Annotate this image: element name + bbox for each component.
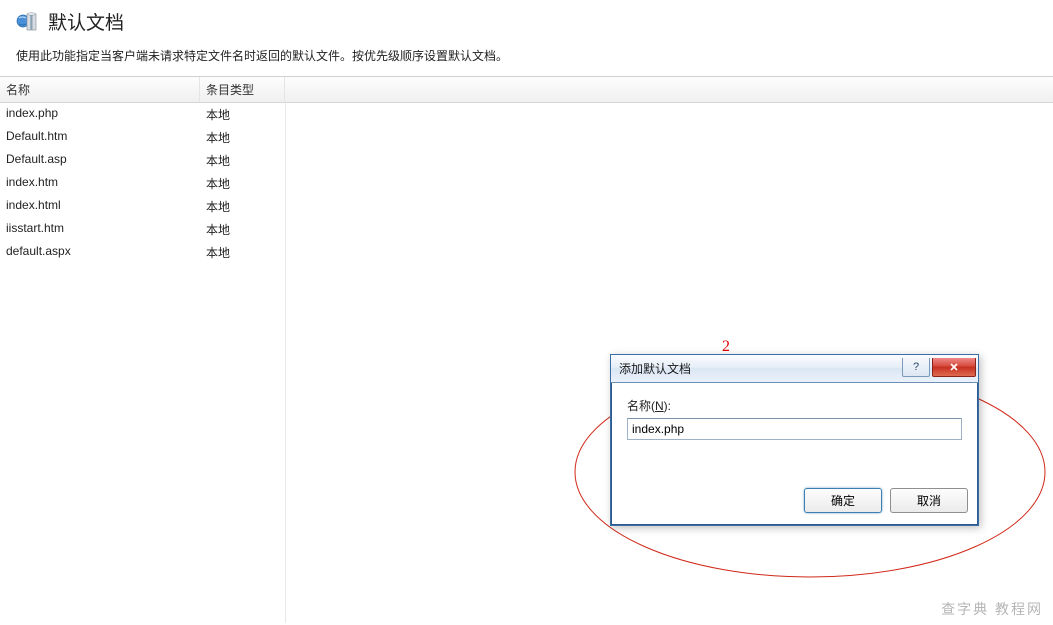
table-row[interactable]: Default.asp 本地 (0, 149, 1053, 172)
dialog-titlebar[interactable]: 添加默认文档 ? (611, 355, 978, 383)
add-default-document-dialog: 添加默认文档 ? 名称(N): 确定 取消 (610, 354, 979, 526)
cell-type: 本地 (200, 149, 285, 172)
cell-type: 本地 (200, 195, 285, 218)
table-row[interactable]: Default.htm 本地 (0, 126, 1053, 149)
cell-type: 本地 (200, 126, 285, 149)
cell-name: iisstart.htm (0, 218, 200, 241)
table-row[interactable]: default.aspx 本地 (0, 241, 1053, 264)
page-title: 默认文档 (48, 8, 124, 35)
table-header: 名称 条目类型 (0, 77, 1053, 103)
cell-name: index.php (0, 103, 200, 126)
cell-name: index.html (0, 195, 200, 218)
table-row[interactable]: index.html 本地 (0, 195, 1053, 218)
cell-name: Default.htm (0, 126, 200, 149)
page-header: 默认文档 (0, 0, 1053, 39)
cell-type: 本地 (200, 241, 285, 264)
vertical-divider (285, 103, 286, 623)
dialog-close-button[interactable] (932, 358, 976, 377)
default-documents-table: 名称 条目类型 index.php 本地 Default.htm 本地 Defa… (0, 76, 1053, 264)
cell-type: 本地 (200, 172, 285, 195)
dialog-help-button[interactable]: ? (902, 358, 930, 377)
help-icon: ? (913, 361, 919, 373)
table-row[interactable]: iisstart.htm 本地 (0, 218, 1053, 241)
column-header-name[interactable]: 名称 (0, 77, 200, 102)
cell-name: index.htm (0, 172, 200, 195)
ok-button[interactable]: 确定 (804, 488, 882, 513)
table-row[interactable]: index.htm 本地 (0, 172, 1053, 195)
cell-name: Default.asp (0, 149, 200, 172)
dialog-title-text: 添加默认文档 (619, 360, 691, 377)
close-icon (947, 362, 961, 372)
default-document-icon (16, 10, 40, 34)
cell-name: default.aspx (0, 241, 200, 264)
watermark: 查字典 教程网 (941, 599, 1043, 619)
cancel-button[interactable]: 取消 (890, 488, 968, 513)
page-description: 使用此功能指定当客户端未请求特定文件名时返回的默认文件。按优先级顺序设置默认文档… (0, 39, 1053, 76)
cell-type: 本地 (200, 103, 285, 126)
column-header-type[interactable]: 条目类型 (200, 77, 285, 102)
name-input[interactable] (627, 418, 962, 440)
cell-type: 本地 (200, 218, 285, 241)
name-field-label: 名称(N): (627, 397, 962, 414)
table-row[interactable]: index.php 本地 (0, 103, 1053, 126)
